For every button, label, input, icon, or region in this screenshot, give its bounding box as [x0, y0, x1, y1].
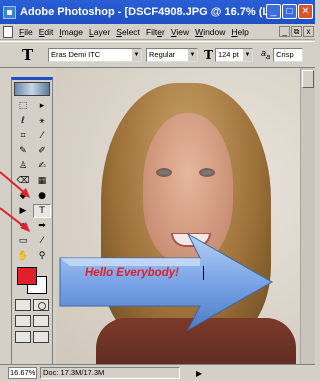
text-cursor	[203, 266, 204, 280]
zoom-level-field[interactable]: 16.67%	[8, 367, 37, 379]
status-menu-arrow-icon[interactable]: ▶	[196, 369, 202, 378]
annotation-arrow-lower	[0, 207, 27, 229]
hello-text-layer[interactable]: Hello Everybody!	[85, 267, 179, 279]
status-bar: 16.67% Doc: 17.3M/17.3M ▶	[0, 364, 315, 381]
foreground-color-swatch[interactable]	[17, 267, 37, 285]
annotation-arrows	[0, 171, 30, 232]
annotation-arrow-upper	[0, 171, 27, 195]
arrow-bevel-shape	[60, 258, 200, 266]
scrollbar-thumb[interactable]	[302, 70, 314, 88]
arrow-shape	[59, 232, 274, 332]
vertical-scrollbar[interactable]	[300, 68, 315, 364]
document-size-info: Doc: 17.3M/17.3M	[40, 367, 180, 379]
arrow-shape-layer[interactable]	[0, 0, 315, 381]
